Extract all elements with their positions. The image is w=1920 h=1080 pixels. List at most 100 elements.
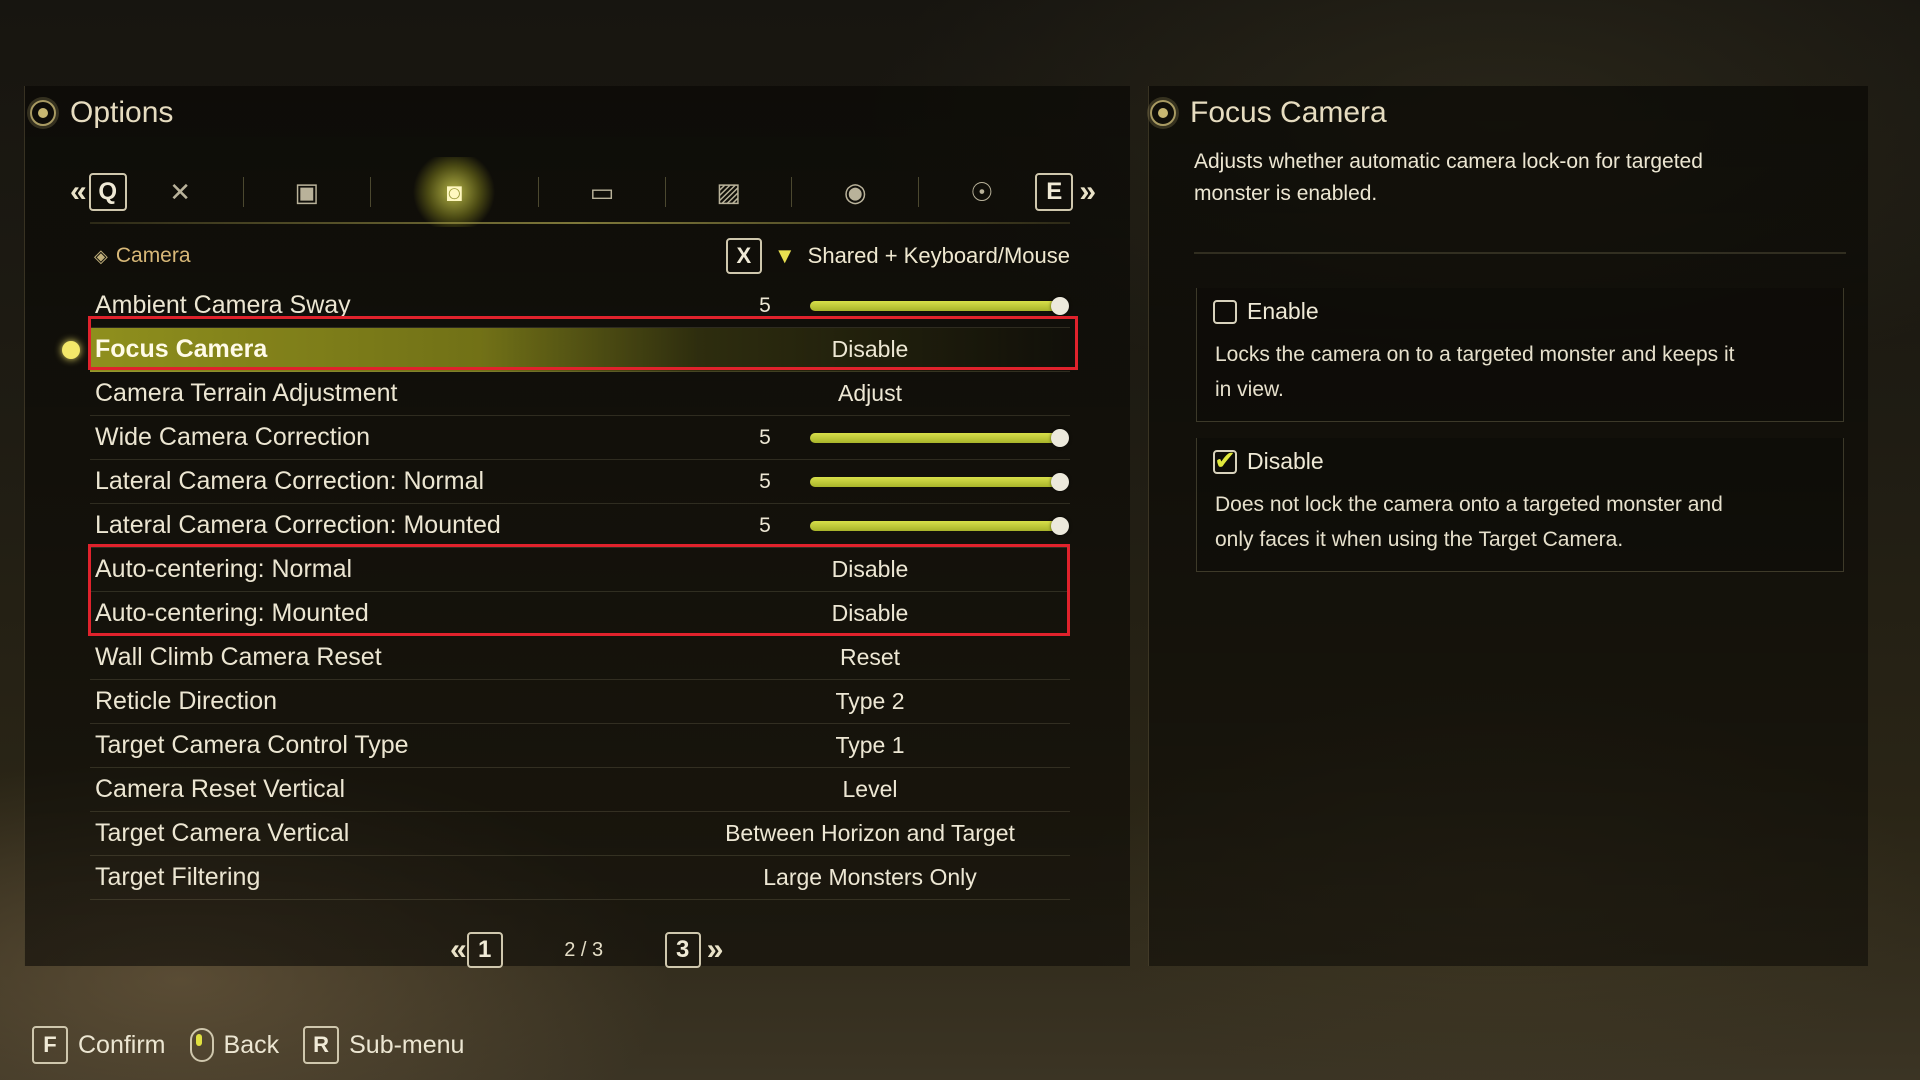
options-title: Options — [70, 96, 174, 129]
setting-slider[interactable] — [810, 517, 1069, 535]
next-tab-key[interactable]: E — [1035, 173, 1074, 211]
setting-label: Auto-centering: Mounted — [95, 599, 369, 627]
setting-row[interactable]: Wall Climb Camera Reset Reset — [90, 636, 1070, 680]
section-label-group: ◈ Camera — [94, 244, 191, 268]
setting-label: Auto-centering: Normal — [95, 555, 353, 583]
submenu-label: Sub-menu — [349, 1030, 465, 1059]
gear-icon — [30, 100, 56, 126]
selection-cursor-icon — [62, 340, 80, 359]
setting-slider[interactable] — [810, 473, 1069, 491]
tab-separator — [664, 177, 666, 207]
setting-label: Camera Reset Vertical — [95, 775, 346, 803]
setting-row[interactable]: Lateral Camera Correction: Mounted 5 — [90, 504, 1070, 548]
setting-value: 5 — [759, 513, 771, 537]
monitor-icon[interactable]: ▭ — [578, 168, 626, 216]
setting-value: Disable — [831, 336, 909, 362]
setting-row[interactable]: Target Filtering Large Monsters Only — [90, 856, 1070, 900]
settings-list: Ambient Camera Sway 5 Focus Camera Disable C… — [62, 284, 1070, 900]
confirm-key[interactable]: F — [32, 1026, 68, 1064]
submenu-control[interactable]: R Sub-menu — [303, 1026, 464, 1064]
back-label: Back — [223, 1030, 280, 1059]
setting-label: Focus Camera — [95, 335, 268, 363]
detail-divider — [1194, 252, 1846, 254]
setting-value: Type 1 — [835, 732, 905, 758]
tab-separator — [791, 177, 793, 207]
gear-icon — [1150, 100, 1176, 126]
option-description: Does not lock the camera onto a targeted… — [1215, 493, 1723, 551]
slider-fill — [810, 477, 1060, 487]
prev-tab-key[interactable]: Q — [88, 173, 127, 211]
setting-row[interactable]: Reticle Direction Type 2 — [90, 680, 1070, 724]
prev-tab-chevron: « — [70, 175, 87, 208]
setting-row[interactable]: Auto-centering: Normal Disable — [90, 548, 1070, 592]
confirm-control[interactable]: F Confirm — [32, 1026, 166, 1064]
setting-label: Target Camera Control Type — [95, 731, 409, 759]
page-indicator: 2 / 3 — [564, 938, 604, 961]
filter-group[interactable]: X ▼ Shared + Keyboard/Mouse — [725, 238, 1070, 274]
setting-value: Disable — [831, 556, 909, 582]
next-page-chevron: » — [706, 933, 724, 966]
camera-icon[interactable]: ◙ — [409, 157, 500, 227]
next-page-key[interactable]: 3 — [664, 932, 701, 968]
setting-label: Wall Climb Camera Reset — [95, 643, 382, 671]
option-label: Enable — [1247, 298, 1319, 324]
setting-row[interactable]: Auto-centering: Mounted Disable — [90, 592, 1070, 636]
slider-knob[interactable] — [1051, 429, 1069, 447]
slider-fill — [810, 301, 1060, 311]
option-disable[interactable]: ✔ Disable Does not lock the camera onto … — [1196, 438, 1844, 572]
setting-row[interactable]: Lateral Camera Correction: Normal 5 — [90, 460, 1070, 504]
crossed-swords-icon[interactable]: ✕ — [156, 168, 204, 216]
option-label: Disable — [1247, 448, 1324, 474]
setting-row[interactable]: Wide Camera Correction 5 — [90, 416, 1070, 460]
setting-row[interactable]: Focus Camera Disable — [62, 328, 1070, 372]
options-header: Options — [30, 96, 173, 130]
setting-label: Camera Terrain Adjustment — [95, 379, 398, 407]
setting-row[interactable]: Camera Reset Vertical Level — [90, 768, 1070, 812]
slider-fill — [810, 433, 1060, 443]
setting-label: Lateral Camera Correction: Mounted — [95, 511, 501, 539]
setting-label: Target Filtering — [95, 863, 261, 891]
disable-checkbox[interactable]: ✔ — [1213, 447, 1237, 474]
setting-label: Wide Camera Correction — [95, 423, 371, 451]
setting-slider[interactable] — [810, 429, 1069, 447]
gamepad-icon[interactable]: ▣ — [283, 168, 331, 216]
slider-knob[interactable] — [1051, 473, 1069, 491]
setting-value: 5 — [759, 293, 771, 317]
setting-slider[interactable] — [810, 297, 1069, 315]
setting-row[interactable]: Ambient Camera Sway 5 — [90, 284, 1070, 328]
option-enable[interactable]: Enable Locks the camera on to a targeted… — [1196, 288, 1844, 422]
setting-row[interactable]: Target Camera Vertical Between Horizon an… — [90, 812, 1070, 856]
setting-row[interactable]: Target Camera Control Type Type 1 — [90, 724, 1070, 768]
setting-value: Disable — [831, 600, 909, 626]
filter-key[interactable]: X — [725, 238, 762, 274]
slider-knob[interactable] — [1051, 517, 1069, 535]
prev-page-key[interactable]: 1 — [466, 932, 503, 968]
setting-label: Target Camera Vertical — [95, 819, 350, 847]
setting-value: Adjust — [838, 380, 902, 406]
funnel-icon: ▼ — [773, 243, 796, 268]
tab-separator — [918, 177, 920, 207]
enable-checkbox[interactable] — [1213, 299, 1237, 324]
section-label: Camera — [115, 244, 191, 267]
accessibility-icon[interactable]: ☉ — [958, 168, 1006, 216]
setting-value: Type 2 — [835, 688, 905, 714]
pagination: « 1 2 / 3 3 » — [450, 932, 724, 968]
setting-row[interactable]: Camera Terrain Adjustment Adjust — [90, 372, 1070, 416]
option-description: Locks the camera on to a targeted monste… — [1215, 343, 1735, 401]
back-control[interactable]: Back — [189, 1028, 280, 1062]
submenu-key[interactable]: R — [303, 1026, 340, 1064]
speaker-icon[interactable]: ◉ — [831, 168, 879, 216]
slider-fill — [810, 521, 1060, 531]
next-tab-chevron: » — [1079, 175, 1096, 208]
setting-value: Between Horizon and Target — [725, 820, 1015, 846]
setting-label: Reticle Direction — [95, 687, 278, 715]
tab-icon-list: ✕ ▣ ◙ ▭ ▨ ◉ ☉ — [127, 157, 1036, 227]
setting-value: 5 — [759, 469, 771, 493]
filter-text: Shared + Keyboard/Mouse — [807, 243, 1070, 268]
tab-separator — [538, 177, 540, 207]
slider-knob[interactable] — [1051, 297, 1069, 315]
image-icon[interactable]: ▨ — [705, 168, 753, 216]
setting-value: 5 — [759, 425, 771, 449]
confirm-label: Confirm — [78, 1030, 166, 1059]
setting-value: Level — [842, 776, 898, 802]
